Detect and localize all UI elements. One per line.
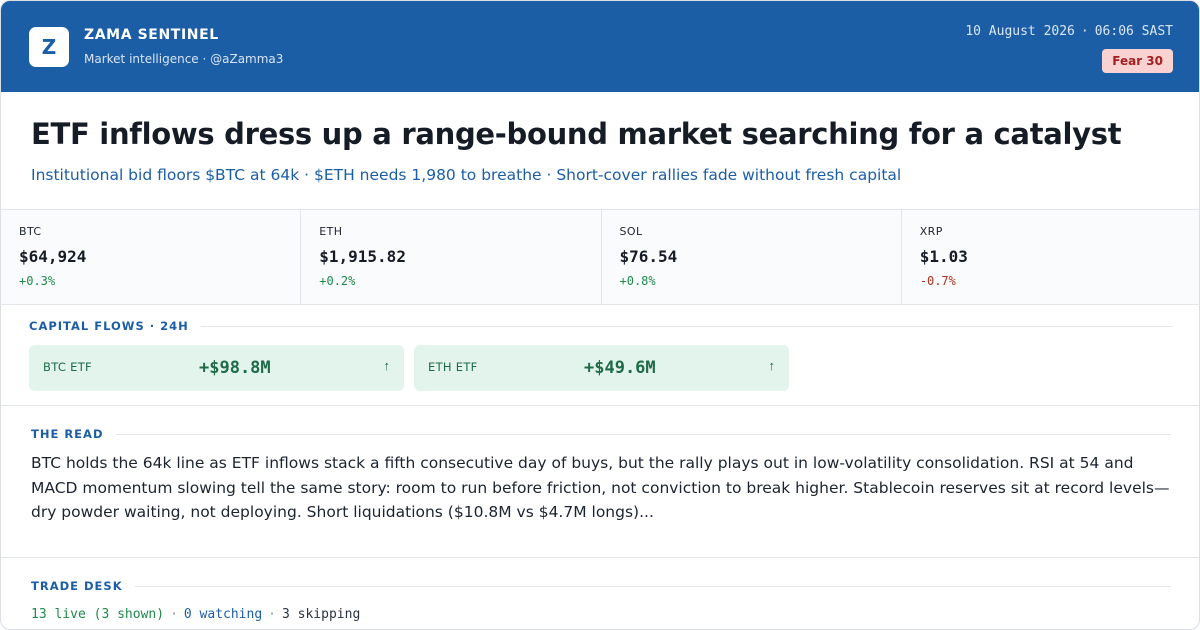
report-datetime: 10 August 2026 · 06:06 SAST (965, 24, 1173, 39)
ticker-symbol: XRP (919, 225, 943, 238)
report-time: 06:06 SAST (1094, 24, 1173, 39)
ticker-btc: BTC $64,924 +0.3% (1, 210, 302, 304)
brand-logo: Z (29, 27, 69, 67)
ticker-change: +0.2% (319, 274, 356, 288)
flow-card-eth-etf: ETH ETF +$49.6M ↑ (414, 345, 789, 391)
page-title: ETF inflows dress up a range-bound marke… (31, 117, 1122, 151)
ticker-change: -0.7% (919, 274, 956, 288)
section-title: TRADE DESK (31, 579, 123, 593)
section-title: THE READ (31, 427, 104, 441)
the-read-body: BTC holds the 64k line as ETF inflows st… (31, 454, 1170, 521)
datetime-separator: · (1080, 24, 1089, 39)
brand-tagline: Market intelligence · @aZamma3 (84, 52, 284, 66)
section-rule (134, 585, 1171, 587)
flow-amount: +$98.8M (199, 358, 271, 378)
ticker-symbol: ETH (319, 225, 343, 238)
flow-name: ETH ETF (428, 360, 478, 374)
ticker-change: +0.3% (19, 274, 56, 288)
ticker-symbol: SOL (619, 225, 643, 238)
section-divider (1, 405, 1199, 406)
card-frame: Z ZAMA SENTINEL Market intelligence · @a… (0, 0, 1200, 630)
ticker-change: +0.8% (619, 274, 656, 288)
section-title: CAPITAL FLOWS · 24H (29, 319, 189, 333)
sentiment-badge: Fear 30 (1102, 49, 1173, 73)
skipping-count: 3 skipping (282, 607, 361, 622)
live-count: 13 live (3 shown) (31, 607, 165, 622)
ticker-sol: SOL $76.54 +0.8% (602, 210, 902, 304)
trade-desk-header: TRADE DESK (31, 579, 1171, 593)
ticker-eth: ETH $1,915.82 +0.2% (301, 210, 602, 304)
ticker-price: $64,924 (19, 247, 87, 266)
flow-card-btc-etf: BTC ETF +$98.8M ↑ (29, 345, 404, 391)
stat-separator: · (170, 607, 178, 622)
stat-separator: · (268, 607, 276, 622)
ticker-strip: BTC $64,924 +0.3% ETH $1,915.82 +0.2% SO… (1, 209, 1199, 305)
flow-name: BTC ETF (43, 360, 92, 374)
section-divider (1, 557, 1199, 558)
flow-amount: +$49.6M (584, 358, 656, 378)
the-read-header: THE READ (31, 427, 1171, 441)
brand-name: ZAMA SENTINEL (84, 27, 219, 43)
header-bar: Z ZAMA SENTINEL Market intelligence · @a… (1, 1, 1199, 92)
ticker-price: $76.54 (619, 247, 678, 266)
ticker-symbol: BTC (19, 225, 42, 238)
section-rule (115, 433, 1171, 435)
ticker-xrp: XRP $1.03 -0.7% (902, 210, 1199, 304)
arrow-up-icon: ↑ (768, 358, 776, 373)
capital-flows-header: CAPITAL FLOWS · 24H (29, 319, 1173, 333)
section-rule (200, 325, 1173, 327)
arrow-up-icon: ↑ (383, 358, 391, 373)
watching-count: 0 watching (183, 607, 263, 622)
ticker-price: $1,915.82 (319, 247, 406, 266)
report-date: 10 August 2026 (965, 24, 1075, 39)
page-subtitle: Institutional bid floors $BTC at 64k · $… (31, 166, 902, 184)
ticker-price: $1.03 (919, 247, 968, 266)
trade-desk-stats: 13 live (3 shown) · 0 watching · 3 skipping (31, 607, 360, 622)
